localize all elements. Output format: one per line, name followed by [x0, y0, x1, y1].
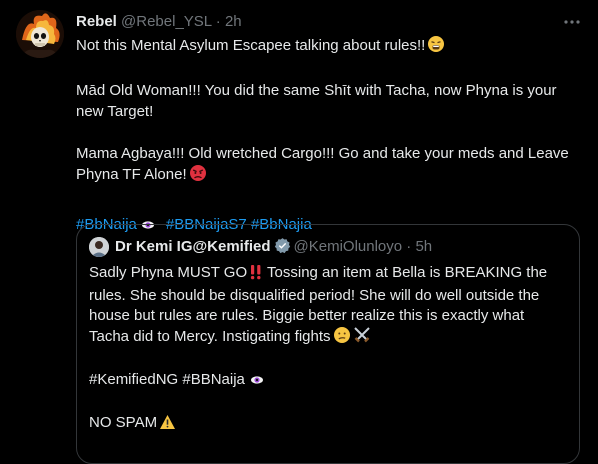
- author-handle[interactable]: @Rebel_YSL: [121, 13, 212, 30]
- separator-dot: ·: [215, 13, 221, 30]
- quoted-tweet-paragraph: NO SPAM: [89, 413, 567, 436]
- eye-hashtag-icon: [250, 373, 264, 393]
- quoted-line-text: Sadly Phyna MUST GO: [89, 264, 248, 281]
- tweet-text: Not this Mental Asylum Escapee talking a…: [76, 35, 580, 238]
- quoted-tweet-paragraph: Sadly Phyna MUST GO Tossing an item at B…: [89, 263, 567, 350]
- crossed-swords-emoji: [353, 326, 371, 350]
- quoted-tweet[interactable]: Dr Kemi IG@Kemified @KemiOlunloyo · 5h Sa…: [76, 224, 580, 464]
- confused-face-emoji: [333, 326, 351, 350]
- tweet-time[interactable]: 2h: [225, 13, 242, 30]
- quoted-author-handle[interactable]: @KemiOlunloyo: [294, 238, 403, 255]
- tweet-line: Not this Mental Asylum Escapee talking a…: [76, 35, 580, 59]
- quoted-line-text: NO SPAM: [89, 414, 158, 431]
- angry-face-emoji: [189, 164, 207, 188]
- tweet-line-text: Mama Agbaya!!! Old wretched Cargo!!! Go …: [76, 145, 569, 183]
- warning-emoji: [159, 414, 176, 436]
- author-name[interactable]: Rebel: [76, 13, 117, 30]
- quoted-hashtag-line: #KemifiedNG #BBNaija: [89, 370, 567, 393]
- separator-dot: ·: [406, 238, 412, 255]
- quoted-author-name[interactable]: Dr Kemi IG@Kemified: [115, 238, 271, 255]
- tweet-line: Mād Old Woman!!! You did the same Shīt w…: [76, 82, 557, 120]
- quoted-tweet-text: Sadly Phyna MUST GO Tossing an item at B…: [89, 263, 567, 436]
- quoted-tweet-time[interactable]: 5h: [415, 238, 432, 255]
- quoted-hashtags[interactable]: #KemifiedNG #BBNaija: [89, 371, 245, 388]
- double-exclamation-emoji: [249, 264, 263, 286]
- author-avatar[interactable]: [16, 10, 64, 58]
- verified-icon: [274, 237, 291, 260]
- tweet-line: Mama Agbaya!!! Old wretched Cargo!!! Go …: [76, 143, 580, 188]
- tweet-line-text: Not this Mental Asylum Escapee talking a…: [76, 37, 426, 54]
- more-icon: [564, 20, 580, 24]
- tweet[interactable]: Rebel @Rebel_YSL · 2h Not this Mental As…: [0, 0, 598, 464]
- more-options-button[interactable]: [562, 12, 582, 32]
- tweet-header: Rebel @Rebel_YSL · 2h: [76, 12, 242, 32]
- quoted-tweet-header: Dr Kemi IG@Kemified @KemiOlunloyo · 5h: [115, 237, 432, 260]
- weary-face-emoji: [427, 35, 445, 59]
- quoted-author-avatar[interactable]: [89, 237, 109, 257]
